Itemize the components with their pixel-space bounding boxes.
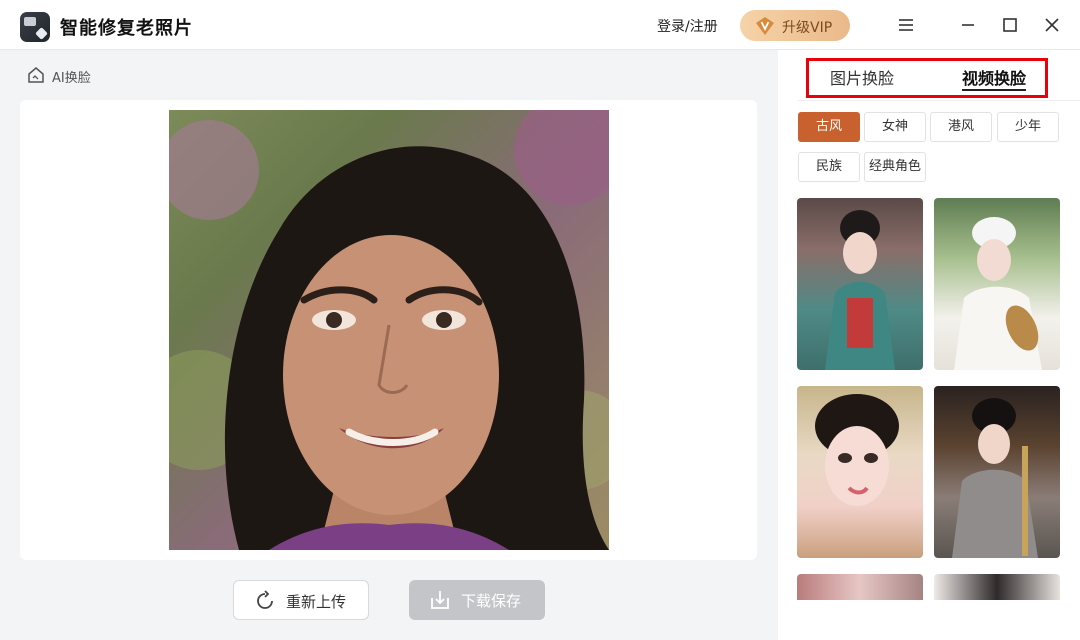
- category-chip-gufeng[interactable]: 古风: [798, 112, 860, 142]
- template-image: [815, 394, 899, 506]
- preview-card: [20, 100, 757, 560]
- reupload-label: 重新上传: [286, 593, 347, 611]
- download-save-label: 下载保存: [461, 592, 522, 610]
- template-thumbnail[interactable]: [797, 198, 923, 370]
- active-tab-underline: [962, 89, 1026, 91]
- uploaded-photo: [169, 110, 609, 550]
- download-icon: [431, 591, 449, 609]
- template-panel: 图片换脸 视频换脸 古风 女神 港风 少年 民族 经典角色: [778, 50, 1080, 640]
- minimize-icon: [962, 24, 974, 26]
- tab-image-faceswap[interactable]: 图片换脸: [830, 65, 894, 89]
- portrait-image: [169, 110, 609, 550]
- hamburger-menu-icon: [899, 19, 913, 31]
- template-thumbnail[interactable]: [934, 386, 1060, 558]
- app-window: 智能修复老照片 登录/注册 升级VIP AI换脸 重新上传 下载保存 图片换脸 …: [0, 0, 1080, 640]
- download-save-button[interactable]: 下载保存: [409, 580, 545, 620]
- category-chip-jingdian[interactable]: 经典角色: [864, 152, 926, 182]
- category-chip-nvshen[interactable]: 女神: [864, 112, 926, 142]
- tab-divider: [798, 100, 1080, 101]
- close-icon: [1045, 18, 1059, 32]
- template-thumbnail[interactable]: [934, 574, 1060, 600]
- category-chip-minzu[interactable]: 民族: [798, 152, 860, 182]
- template-thumbnail[interactable]: [934, 198, 1060, 370]
- vip-diamond-icon: [756, 17, 774, 35]
- app-title: 智能修复老照片: [60, 18, 193, 39]
- template-thumbnail[interactable]: [797, 386, 923, 558]
- upgrade-vip-button[interactable]: 升级VIP: [740, 10, 850, 41]
- app-logo-icon: [20, 12, 50, 42]
- tab-image-faceswap-label: 图片换脸: [830, 69, 895, 88]
- close-button[interactable]: [1041, 14, 1063, 36]
- tab-video-faceswap-label: 视频换脸: [962, 69, 1027, 88]
- template-image: [952, 398, 1038, 558]
- template-image: [825, 210, 895, 370]
- template-image: [954, 217, 1042, 370]
- category-chip-gangfeng[interactable]: 港风: [930, 112, 992, 142]
- menu-button[interactable]: [895, 14, 917, 36]
- tab-video-faceswap[interactable]: 视频换脸: [962, 65, 1027, 91]
- login-register-link[interactable]: 登录/注册: [657, 16, 718, 36]
- upgrade-vip-label: 升级VIP: [782, 20, 833, 36]
- reupload-button[interactable]: 重新上传: [233, 580, 369, 620]
- category-chip-shaonian[interactable]: 少年: [997, 112, 1059, 142]
- template-thumbnail[interactable]: [797, 574, 923, 600]
- maximize-button[interactable]: [999, 14, 1021, 36]
- maximize-icon: [1003, 18, 1017, 32]
- home-icon: [28, 67, 44, 83]
- breadcrumb-label: AI换脸: [52, 71, 91, 86]
- refresh-icon: [257, 590, 273, 609]
- minimize-button[interactable]: [957, 14, 979, 36]
- title-bar: 智能修复老照片 登录/注册 升级VIP: [0, 0, 1080, 50]
